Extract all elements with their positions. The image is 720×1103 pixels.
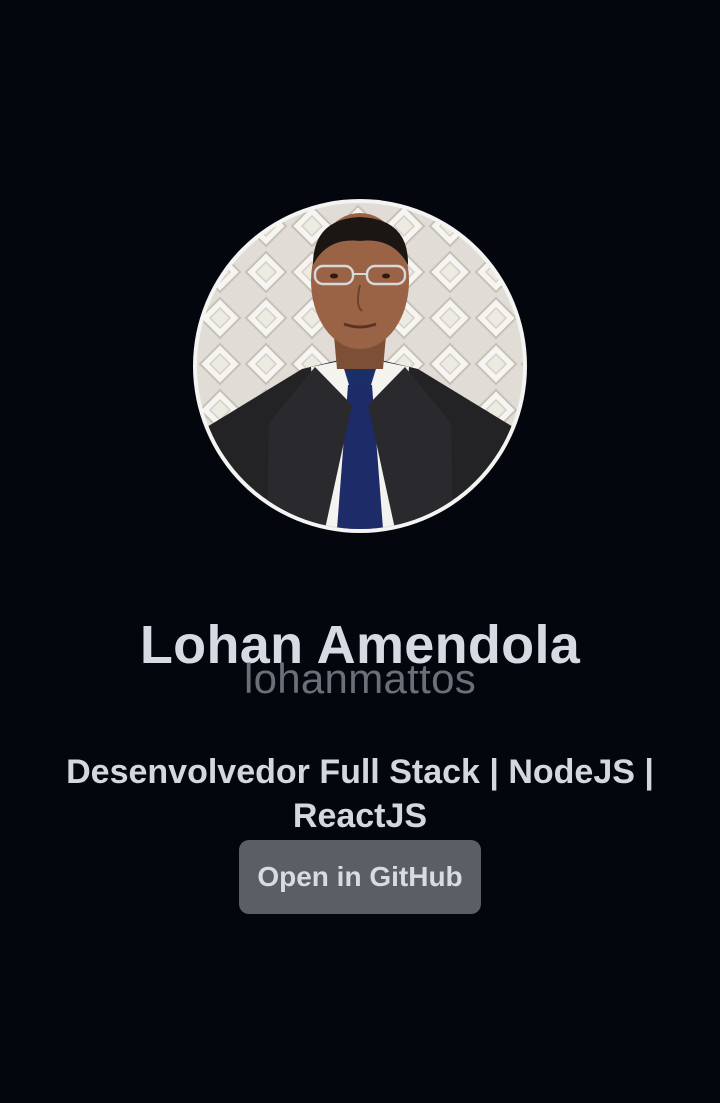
- open-in-github-button[interactable]: Open in GitHub: [239, 840, 481, 914]
- profile-username: lohanmattos: [243, 655, 477, 702]
- profile-bio: Desenvolvedor Full Stack | NodeJS | Reac…: [66, 753, 654, 835]
- profile-card: Lohan Amendola lohanmattos Desenvolvedor…: [0, 0, 720, 1103]
- avatar-photo: [197, 203, 523, 529]
- profile-avatar: [193, 199, 527, 533]
